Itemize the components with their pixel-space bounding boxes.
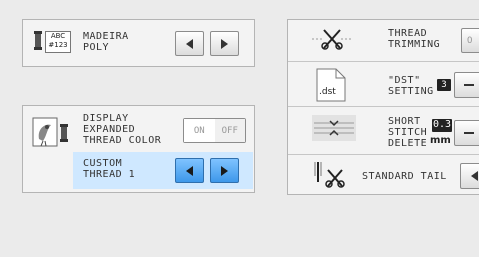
- trim-toggle[interactable]: O: [461, 28, 479, 53]
- dst-file-icon: .dst: [316, 68, 346, 102]
- short-stitch-value: 0.3: [432, 119, 452, 132]
- dst-file-label: .dst: [319, 87, 336, 97]
- dst-line2: SETTING: [388, 86, 434, 97]
- right-arrow-icon: [221, 165, 228, 176]
- toggle-on[interactable]: ON: [184, 119, 215, 142]
- minus-icon: [464, 132, 474, 134]
- left-arrow-icon: [186, 38, 193, 49]
- short-line3: DELETE: [388, 138, 428, 149]
- icon-text-top: ABC: [50, 32, 66, 40]
- thread-brand-panel: ABC #123 MADEIRA POLY: [22, 19, 255, 67]
- display-thread-panel: DISPLAY EXPANDED THREAD COLOR ON OFF CUS…: [22, 105, 255, 193]
- display-line3: THREAD COLOR: [83, 135, 162, 146]
- dst-value: 3: [437, 79, 451, 91]
- display-line2: EXPANDED: [83, 124, 136, 135]
- divider: [288, 106, 479, 107]
- trim-line1: THREAD: [388, 28, 428, 39]
- short-line1: SHORT: [388, 116, 421, 127]
- brand-line2: POLY: [83, 42, 110, 53]
- divider: [288, 61, 479, 62]
- dst-minus-button[interactable]: [454, 72, 479, 98]
- custom-prev-button[interactable]: [175, 158, 204, 183]
- tail-label: STANDARD TAIL: [362, 171, 447, 182]
- left-arrow-icon: [470, 171, 478, 181]
- left-arrow-icon: [186, 165, 193, 176]
- thread-tail-icon: [312, 160, 352, 190]
- brand-next-button[interactable]: [210, 31, 239, 56]
- icon-text-bottom: #123: [48, 41, 68, 49]
- display-line1: DISPLAY: [83, 113, 129, 124]
- custom-line2: THREAD 1: [83, 169, 136, 180]
- bird-thread-icon: [31, 115, 71, 149]
- settings-screen: ABC #123 MADEIRA POLY DISPLAY EXPANDED T…: [0, 0, 479, 257]
- spool-icon: [33, 31, 43, 50]
- short-stitch-unit: mm: [430, 135, 451, 146]
- short-stitch-minus-button[interactable]: [454, 120, 479, 146]
- trim-line2: TRIMMING: [388, 39, 441, 50]
- short-line2: STITCH: [388, 127, 428, 138]
- brand-line1: MADEIRA: [83, 31, 129, 42]
- thread-trim-icon: [312, 28, 352, 50]
- toggle-off[interactable]: OFF: [214, 119, 245, 142]
- minus-icon: [464, 84, 474, 86]
- expanded-color-toggle[interactable]: ON OFF: [183, 118, 246, 143]
- right-settings-panel: THREAD TRIMMING O .dst "DST" SETTING 3 S…: [287, 19, 479, 195]
- thread-brand-icon: ABC #123: [45, 31, 71, 53]
- divider: [288, 154, 479, 155]
- custom-line1: CUSTOM: [83, 158, 123, 169]
- tail-prev-button[interactable]: [460, 163, 479, 189]
- short-stitch-icon: [312, 115, 356, 141]
- right-arrow-icon: [221, 38, 228, 49]
- dst-line1: "DST": [388, 75, 421, 86]
- brand-prev-button[interactable]: [175, 31, 204, 56]
- custom-next-button[interactable]: [210, 158, 239, 183]
